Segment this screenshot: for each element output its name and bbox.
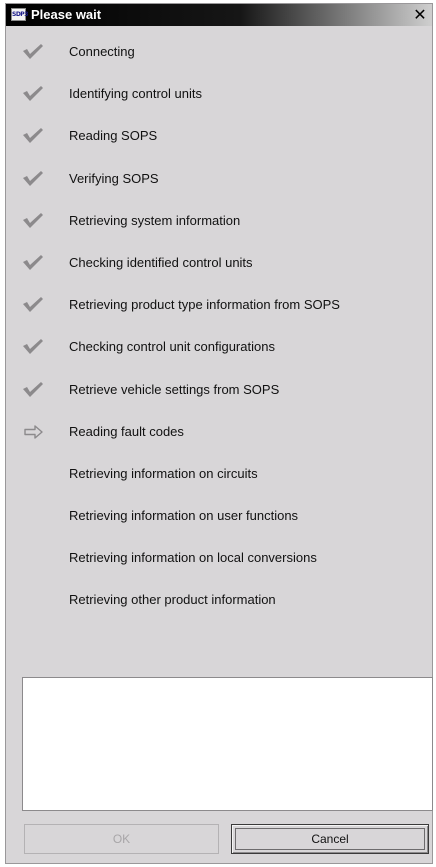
progress-step-label: Reading SOPS bbox=[69, 128, 158, 144]
cancel-button-label: Cancel bbox=[311, 832, 349, 846]
progress-step: Connecting bbox=[6, 42, 432, 84]
progress-step: Retrieving product type information from… bbox=[6, 295, 432, 337]
progress-step: Checking identified control units bbox=[6, 253, 432, 295]
progress-step-label: Retrieving information on user functions bbox=[69, 508, 299, 524]
progress-step-label: Retrieving product type information from… bbox=[69, 297, 340, 313]
progress-step-label: Verifying SOPS bbox=[69, 170, 159, 186]
app-icon: SDP3 bbox=[11, 8, 28, 21]
progress-step-label: Identifying control units bbox=[69, 86, 202, 102]
progress-step-label: Connecting bbox=[69, 44, 135, 59]
progress-step: Retrieving information on circuits bbox=[6, 464, 432, 506]
checkmark-icon bbox=[23, 381, 43, 397]
checkmark-icon bbox=[23, 339, 43, 355]
progress-step-label: Retrieving system information bbox=[69, 212, 241, 228]
checkmark-icon bbox=[23, 212, 43, 228]
checkmark-icon bbox=[23, 44, 43, 59]
progress-step-label: Retrieving information on local conversi… bbox=[69, 550, 317, 566]
progress-step: Retrieving other product information bbox=[6, 590, 432, 632]
close-icon[interactable]: ✕ bbox=[411, 5, 429, 25]
progress-step: Checking control unit configurations bbox=[6, 337, 432, 379]
progress-step-label: Reading fault codes bbox=[69, 423, 184, 439]
please-wait-dialog: SDP3 Please wait ✕ Connecting Identifying… bbox=[5, 3, 433, 864]
progress-step-label: Checking control unit configurations bbox=[69, 339, 275, 355]
checkmark-icon bbox=[23, 254, 43, 270]
title-bar: SDP3 Please wait ✕ bbox=[6, 4, 432, 26]
checkmark-icon bbox=[23, 297, 43, 313]
dialog-title: Please wait bbox=[31, 7, 102, 22]
checkmark-icon bbox=[23, 170, 43, 186]
progress-step-label: Retrieving other product information bbox=[69, 592, 276, 608]
progress-step: Reading SOPS bbox=[6, 126, 432, 168]
ok-button-label: OK bbox=[112, 832, 131, 846]
cancel-button[interactable]: Cancel bbox=[231, 824, 429, 854]
progress-step: Reading fault codes bbox=[6, 422, 432, 464]
checkmark-icon bbox=[23, 128, 43, 144]
progress-step: Identifying control units bbox=[6, 84, 432, 126]
progress-step: Retrieve vehicle settings from SOPS bbox=[6, 380, 432, 422]
checkmark-icon bbox=[23, 86, 43, 102]
progress-step-label: Checking identified control units bbox=[69, 254, 253, 270]
progress-step: Retrieving information on user functions bbox=[6, 506, 432, 548]
progress-step-label: Retrieving information on circuits bbox=[69, 465, 258, 481]
progress-step-label: Retrieve vehicle settings from SOPS bbox=[69, 381, 280, 397]
log-output-box[interactable] bbox=[22, 677, 433, 811]
progress-step: Verifying SOPS bbox=[6, 169, 432, 211]
ok-button[interactable]: OK bbox=[24, 824, 219, 854]
progress-step: Retrieving information on local conversi… bbox=[6, 548, 432, 590]
progress-step: Retrieving system information bbox=[6, 211, 432, 253]
progress-step-list: Connecting Identifying control units Readi… bbox=[6, 42, 432, 633]
arrow-right-icon bbox=[24, 424, 43, 439]
